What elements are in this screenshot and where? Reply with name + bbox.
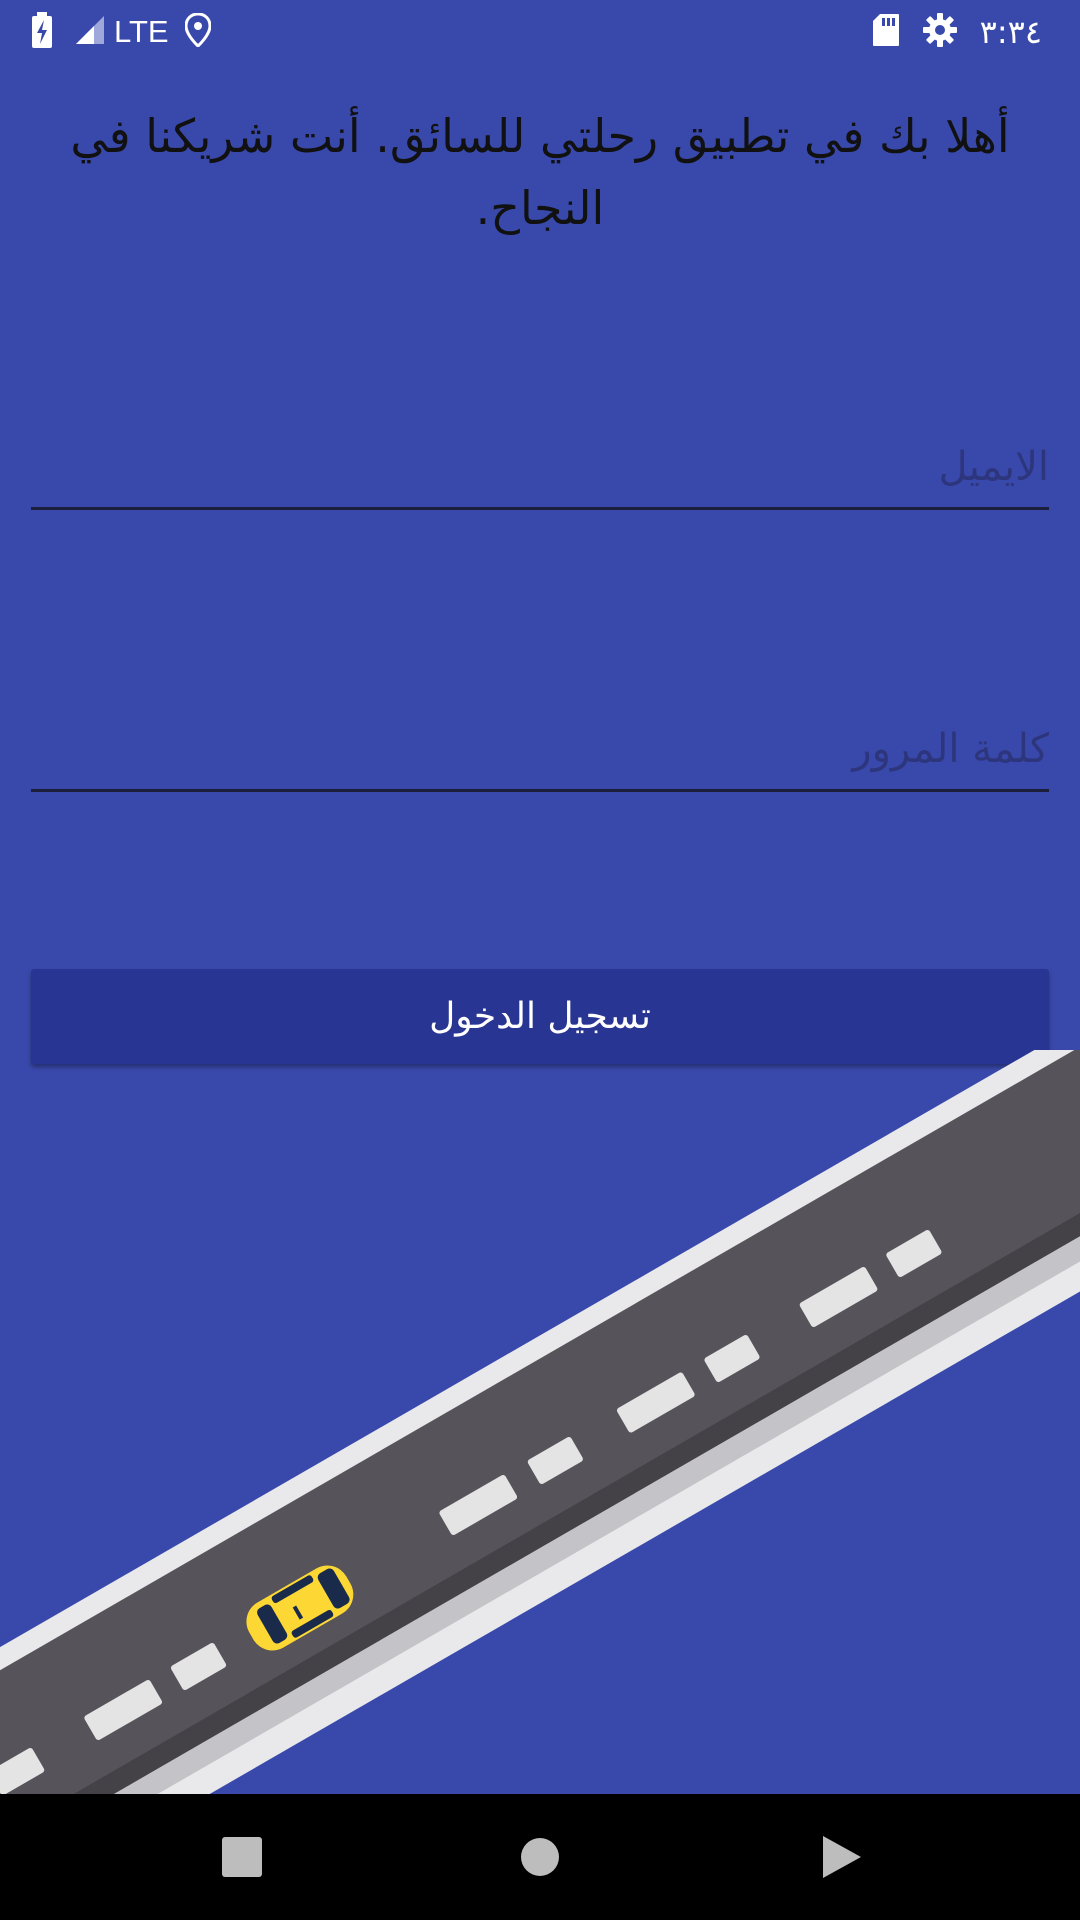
password-field[interactable] (31, 709, 1049, 792)
back-triangle-icon[interactable] (806, 1822, 876, 1892)
network-type-label: LTE (114, 13, 169, 49)
settings-gear-icon (922, 12, 958, 52)
status-bar: LTE ٣:٣٤ (0, 0, 1080, 63)
road-illustration (0, 1050, 1080, 1794)
email-input[interactable] (31, 427, 1049, 507)
sd-card-icon (872, 13, 900, 51)
password-input[interactable] (31, 709, 1049, 789)
recents-square-icon[interactable] (207, 1822, 277, 1892)
home-circle-icon[interactable] (505, 1822, 575, 1892)
location-icon (184, 11, 212, 51)
status-right-group: ٣:٣٤ (872, 0, 1042, 63)
welcome-message: أهلا بك في تطبيق رحلتي للسائق. أنت شريكن… (70, 109, 1010, 235)
email-field[interactable] (31, 427, 1049, 510)
navigation-bar (0, 1794, 1080, 1920)
road-asphalt (0, 1050, 1080, 1794)
clock: ٣:٣٤ (979, 12, 1042, 51)
status-left-group: LTE (30, 0, 212, 63)
signal-icon (74, 14, 106, 50)
battery-charging-icon (30, 11, 54, 52)
